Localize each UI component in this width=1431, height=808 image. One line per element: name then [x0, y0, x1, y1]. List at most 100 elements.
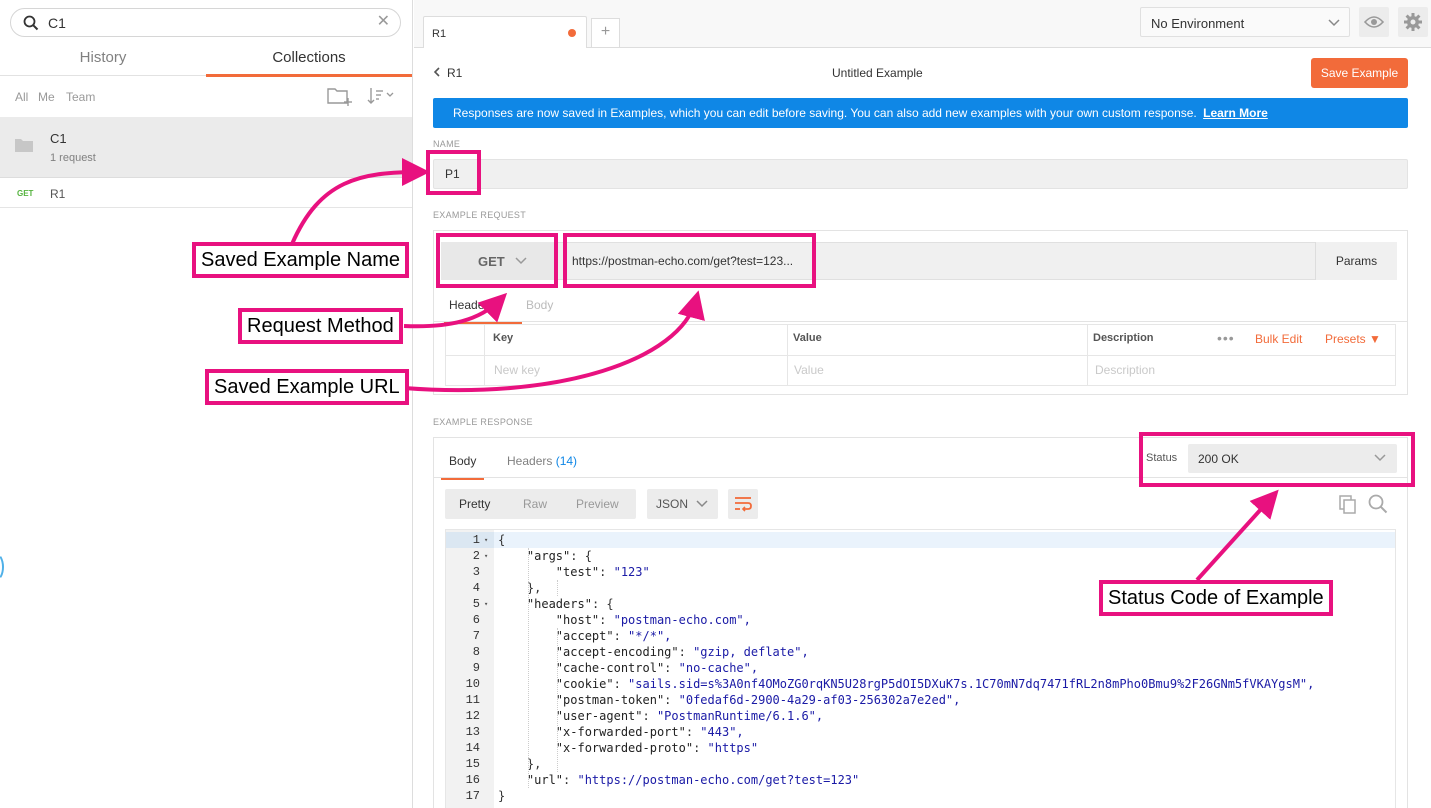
code-text: "headers": { [526, 597, 614, 611]
clear-icon[interactable]: ✕ [377, 14, 390, 30]
new-value-input[interactable]: Value [794, 363, 824, 377]
column-key: Key [493, 332, 514, 344]
fold-arrow-icon[interactable]: ▾ [484, 548, 488, 564]
code-text: "test": "123" [555, 565, 650, 579]
code-line: 17} [446, 788, 1395, 804]
line-number: 8 [472, 645, 480, 659]
search-icon[interactable] [1368, 494, 1388, 514]
collection-count: 1 request [50, 152, 96, 164]
language-select[interactable]: JSON [647, 489, 718, 519]
tab-response-body[interactable]: Body [440, 454, 485, 480]
search-value: C1 [48, 15, 66, 31]
line-number: 9 [472, 661, 480, 675]
line-number: 15 [465, 757, 480, 771]
presets-dropdown[interactable]: Presets ▼ [1325, 332, 1381, 346]
code-line: 15 }, [446, 756, 1395, 772]
example-response-label: EXAMPLE RESPONSE [433, 417, 533, 427]
line-number: 12 [465, 709, 480, 723]
learn-more-link[interactable]: Learn More [1203, 106, 1268, 120]
code-line: 7 "accept": "*/*", [446, 628, 1395, 644]
request-tab[interactable]: R1 [423, 16, 587, 48]
response-body-editor[interactable]: 1 ▾{2 ▾ "args": {3 "test": "123" 4 }, 5 ▾ "he… [445, 529, 1396, 808]
line-number: 17 [465, 789, 480, 803]
code-line: 1 ▾{ [446, 532, 1395, 548]
language-value: JSON [656, 497, 689, 511]
sort-icon[interactable] [366, 87, 396, 105]
collection-item[interactable]: C1 1 request [0, 117, 412, 178]
view-preview[interactable]: Preview [576, 497, 619, 511]
new-tab-button[interactable]: + [591, 18, 620, 47]
code-text: "accept-encoding": "gzip, deflate", [555, 645, 809, 659]
code-text: "url": "https://postman-echo.com/get?tes… [526, 773, 860, 787]
new-key-input[interactable]: New key [494, 363, 540, 377]
folder-icon [15, 139, 33, 152]
code-line: 2 ▾ "args": { [446, 548, 1395, 564]
filter-team[interactable]: Team [66, 90, 95, 104]
example-name-field[interactable]: P1 [433, 159, 1408, 189]
filter-me[interactable]: Me [38, 90, 55, 104]
request-item[interactable]: GET R1 [0, 179, 412, 208]
back-link-label: R1 [447, 66, 463, 80]
code-line: 13 "x-forwarded-port": "443", [446, 724, 1395, 740]
tab-body[interactable]: Body [526, 298, 553, 312]
line-number: 6 [472, 613, 480, 627]
collection-name: C1 [50, 131, 67, 146]
tab-history[interactable]: History [0, 40, 206, 76]
tab-headers[interactable]: Headers [443, 298, 523, 324]
code-line: 10 "cookie": "sails.sid=s%3A0nf4OMoZG0rq… [446, 676, 1395, 692]
environment-select[interactable]: No Environment [1140, 7, 1350, 37]
code-line: 8 "accept-encoding": "gzip, deflate", [446, 644, 1395, 660]
new-description-input[interactable]: Description [1095, 363, 1155, 377]
environment-quick-look-button[interactable] [1359, 7, 1389, 37]
bulk-edit-link[interactable]: Bulk Edit [1255, 332, 1302, 346]
indent-guide [557, 628, 558, 772]
tab-response-headers[interactable]: Headers (14) [507, 454, 577, 468]
search-icon [23, 15, 39, 31]
table-divider [445, 355, 1396, 356]
line-number: 3 [472, 565, 480, 579]
code-line: 11 "postman-token": "0fedaf6d-2900-4a29-… [446, 692, 1395, 708]
copy-icon[interactable] [1339, 495, 1357, 515]
sidebar-tabs: History Collections [0, 40, 413, 77]
code-text: { [498, 533, 506, 547]
params-button[interactable]: Params [1315, 242, 1397, 280]
code-line: 9 "cache-control": "no-cache", [446, 660, 1395, 676]
new-collection-icon[interactable] [327, 86, 353, 106]
line-number: 11 [465, 693, 480, 707]
code-line: 14 "x-forwarded-proto": "https" [446, 740, 1395, 756]
more-options-icon[interactable]: ••• [1217, 330, 1235, 346]
wrap-icon [735, 497, 752, 512]
line-number: 16 [465, 773, 480, 787]
tab-collections[interactable]: Collections [206, 40, 412, 77]
unsaved-indicator [568, 29, 576, 37]
highlight-status [1139, 432, 1415, 487]
code-text: "cookie": "sails.sid=s%3A0nf4OMoZG0rqKN5… [555, 677, 1315, 691]
table-divider [787, 324, 788, 386]
filter-all[interactable]: All [15, 90, 28, 104]
indent-guide [557, 580, 558, 596]
save-example-button[interactable]: Save Example [1311, 58, 1408, 88]
code-text: "postman-token": "0fedaf6d-2900-4a29-af0… [555, 693, 961, 707]
view-pretty[interactable]: Pretty [459, 497, 490, 511]
info-banner: Responses are now saved in Examples, whi… [433, 98, 1408, 128]
indent-guide [528, 548, 529, 788]
fold-arrow-icon[interactable]: ▾ [484, 532, 488, 548]
column-description: Description [1093, 332, 1154, 344]
code-text: "args": { [526, 549, 592, 563]
search-input[interactable]: C1 ✕ [10, 8, 401, 37]
eye-icon [1364, 16, 1384, 28]
response-headers-count: (14) [555, 454, 578, 468]
wrap-lines-button[interactable] [728, 489, 758, 519]
line-number: 13 [465, 725, 480, 739]
fold-arrow-icon[interactable]: ▾ [484, 596, 488, 612]
environment-label: No Environment [1151, 16, 1245, 31]
highlight-url [563, 233, 816, 288]
back-to-request-link[interactable]: R1 [433, 66, 462, 80]
view-raw[interactable]: Raw [523, 497, 547, 511]
callout-status-code: Status Code of Example [1099, 580, 1333, 616]
request-tab-label: R1 [432, 28, 447, 40]
highlight-method [436, 233, 558, 288]
settings-button[interactable] [1398, 7, 1428, 37]
line-number: 14 [465, 741, 480, 755]
chevron-left-icon [433, 66, 441, 80]
